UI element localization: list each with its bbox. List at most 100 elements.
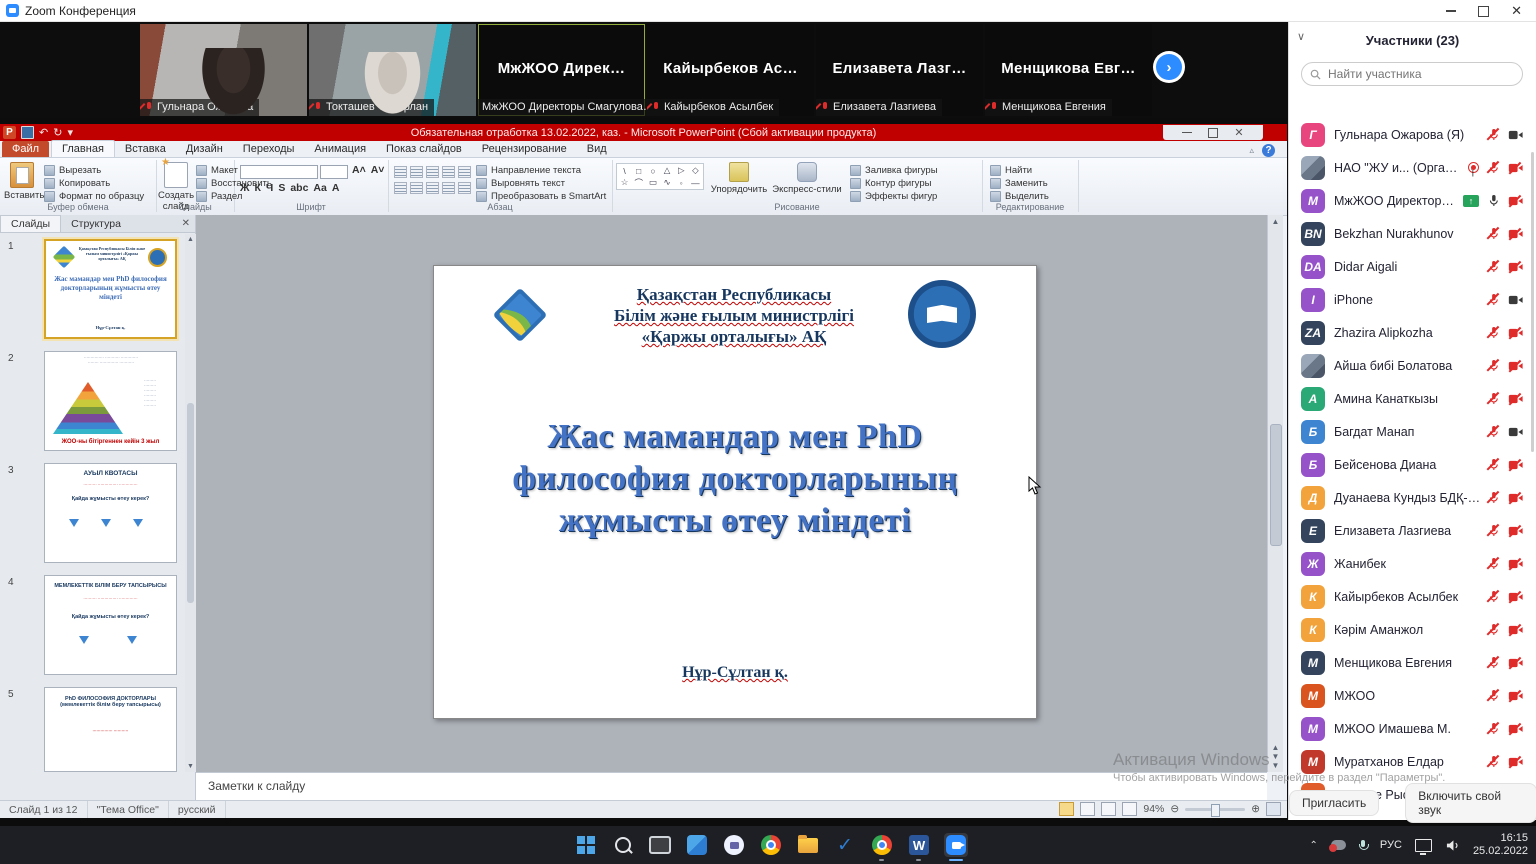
participant-row[interactable]: Г Гульнара Ожарова (Я) ↑: [1289, 118, 1535, 151]
shape-glyph[interactable]: ∿: [661, 177, 674, 188]
video-tile[interactable]: Гульнара Ожарова: [140, 24, 307, 116]
slide-nav-buttons[interactable]: ▲▼▼: [1272, 743, 1280, 770]
font-style-button[interactable]: Ч: [266, 182, 273, 194]
shape-glyph[interactable]: ◦: [675, 177, 688, 188]
ribbon-tab[interactable]: Рецензирование: [472, 141, 577, 157]
word-button[interactable]: W: [907, 833, 931, 857]
quick-styles-button[interactable]: Экспресс-стили: [772, 162, 842, 195]
todo-button[interactable]: ✓: [833, 833, 857, 857]
ribbon-button[interactable]: Вырезать: [44, 164, 144, 177]
slides-panel-scrollbar[interactable]: ▲▼: [185, 234, 196, 772]
minimize-button[interactable]: [1182, 132, 1192, 134]
video-tile[interactable]: Елизавета Лазг… Елизавета Лазгиева: [816, 24, 983, 116]
clock[interactable]: 16:15 25.02.2022: [1473, 832, 1528, 858]
unmute-button[interactable]: Включить свой звук: [1405, 783, 1536, 823]
collapse-ribbon-icon[interactable]: ▵: [1249, 145, 1254, 156]
invite-button[interactable]: Пригласить: [1289, 790, 1379, 816]
start-button[interactable]: [574, 833, 598, 857]
thumbnail-canvas[interactable]: МЕМЛЕКЕТТІК БІЛІМ БЕРУ ТАПСЫРЫСЫ ·······…: [44, 575, 177, 675]
arrange-button[interactable]: Упорядочить: [708, 162, 770, 195]
network-icon[interactable]: [1415, 839, 1432, 852]
video-tile[interactable]: МжЖОО Дирек… МжЖОО Директоры Смагулова…: [478, 24, 645, 116]
shape-glyph[interactable]: ▷: [675, 165, 688, 176]
search-box[interactable]: [1301, 62, 1523, 86]
ribbon-tab[interactable]: Главная: [51, 140, 115, 157]
participant-row[interactable]: BN Bekzhan Nurakhunov ↑: [1289, 217, 1535, 250]
next-videos-button[interactable]: ›: [1156, 54, 1182, 80]
chrome-running-button[interactable]: [870, 833, 894, 857]
participant-row[interactable]: К Кәрім Аманжол ↑: [1289, 613, 1535, 646]
fit-to-window-button[interactable]: [1266, 802, 1281, 816]
zoom-slider[interactable]: [1185, 808, 1245, 811]
task-view-button[interactable]: [648, 833, 672, 857]
font-grow-shrink[interactable]: A˄A˅: [352, 164, 384, 176]
help-icon[interactable]: ?: [1262, 144, 1275, 157]
ribbon-button[interactable]: Контур фигуры: [850, 177, 938, 190]
slide-thumbnail-5[interactable]: 5 PhD ФИЛОСОФИЯ ДОКТОРЛАРЫ (мемлекеттік …: [0, 687, 186, 777]
ribbon-tab[interactable]: Вид: [577, 141, 617, 157]
participant-row[interactable]: Б Бейсенова Диана ↑: [1289, 448, 1535, 481]
zoom-taskbar-button[interactable]: [944, 833, 968, 857]
ribbon-tab[interactable]: Вставка: [115, 141, 176, 157]
slide-sorter-view-button[interactable]: [1080, 802, 1095, 816]
zoom-out-button[interactable]: ⊖: [1170, 803, 1179, 815]
shape-glyph[interactable]: ○: [646, 165, 659, 176]
tray-overflow-icon[interactable]: ⌃: [1310, 840, 1318, 851]
onedrive-alert-icon[interactable]: [1331, 840, 1346, 850]
list-buttons[interactable]: [394, 166, 471, 178]
font-size-combobox[interactable]: [320, 165, 348, 179]
participant-row[interactable]: НАО "ЖУ и... (Организатор) ↑: [1289, 151, 1535, 184]
participant-row[interactable]: ZA Zhazira Alipkozha ↑: [1289, 316, 1535, 349]
vertical-scrollbar[interactable]: ▲ ▲▼▼: [1267, 215, 1283, 772]
shape-glyph[interactable]: ◇: [689, 165, 702, 176]
participant-row[interactable]: А Амина Канаткызы ↑: [1289, 382, 1535, 415]
shape-glyph[interactable]: ⌒: [632, 177, 645, 188]
slide-thumbnail-2[interactable]: 2 ··············· ··········· ··········…: [0, 351, 186, 455]
participant-row[interactable]: Б Багдат Манап ↑: [1289, 415, 1535, 448]
scroll-up-arrow[interactable]: ▲: [1272, 217, 1280, 226]
close-button[interactable]: ✕: [1234, 128, 1243, 138]
speaker-icon[interactable]: [1445, 839, 1460, 852]
search-input[interactable]: [1326, 66, 1514, 82]
thumbnail-canvas[interactable]: Қазақстан Республикасы Білім және ғылым …: [44, 239, 177, 339]
shape-glyph[interactable]: △: [661, 165, 674, 176]
file-explorer-button[interactable]: [796, 833, 820, 857]
normal-view-button[interactable]: [1059, 802, 1074, 816]
participant-row[interactable]: I iPhone ↑: [1289, 283, 1535, 316]
scrollbar-thumb[interactable]: [1270, 424, 1282, 546]
maximize-button[interactable]: [1478, 6, 1489, 17]
video-tile[interactable]: Кайырбеков Ас… Кайырбеков Асылбек: [647, 24, 814, 116]
slide[interactable]: Қазақстан Республикасы Білім және ғылым …: [433, 265, 1037, 719]
ribbon-button[interactable]: Заливка фигуры: [850, 164, 938, 177]
tab-outline[interactable]: Структура: [61, 216, 131, 232]
slideshow-view-button[interactable]: [1122, 802, 1137, 816]
participant-row[interactable]: М МЖОО ↑: [1289, 679, 1535, 712]
ribbon-button[interactable]: Направление текста: [476, 164, 606, 177]
ribbon-tab[interactable]: Дизайн: [176, 141, 233, 157]
thumbnail-canvas[interactable]: АУЫЛ КВОТАСЫ ·········· ··············· …: [44, 463, 177, 563]
font-style-button[interactable]: К: [255, 182, 261, 194]
close-panel-icon[interactable]: ✕: [182, 218, 190, 229]
participant-row[interactable]: Айша бибі Болатова ↑: [1289, 349, 1535, 382]
shape-glyph[interactable]: —: [689, 177, 702, 188]
video-tile[interactable]: Токташев Темирлан: [309, 24, 476, 116]
shape-glyph[interactable]: \: [618, 165, 631, 176]
ribbon-tab[interactable]: Переходы: [233, 141, 305, 157]
font-style-button[interactable]: abc: [290, 182, 308, 194]
ribbon-button[interactable]: Найти: [990, 164, 1049, 177]
font-style-button[interactable]: Аa: [313, 182, 326, 194]
participants-scrollbar[interactable]: [1531, 152, 1534, 452]
widgets-button[interactable]: [685, 833, 709, 857]
participant-row[interactable]: Е Елизавета Лазгиева ↑: [1289, 514, 1535, 547]
minimize-button[interactable]: [1446, 10, 1456, 12]
paste-button[interactable]: Вставить: [4, 162, 40, 201]
shape-glyph[interactable]: □: [632, 165, 645, 176]
ribbon-button[interactable]: Выровнять текст: [476, 177, 606, 190]
slide-thumbnail-4[interactable]: 4 МЕМЛЕКЕТТІК БІЛІМ БЕРУ ТАПСЫРЫСЫ ·····…: [0, 575, 186, 679]
zoom-in-button[interactable]: ⊕: [1251, 803, 1260, 815]
font-style-button[interactable]: Ж: [240, 182, 250, 194]
participant-row[interactable]: Ж Жанибек ↑: [1289, 547, 1535, 580]
notes-pane[interactable]: Заметки к слайду: [196, 772, 1267, 800]
participant-row[interactable]: DA Didar Aigali ↑: [1289, 250, 1535, 283]
tray-mic-icon[interactable]: [1359, 840, 1367, 851]
